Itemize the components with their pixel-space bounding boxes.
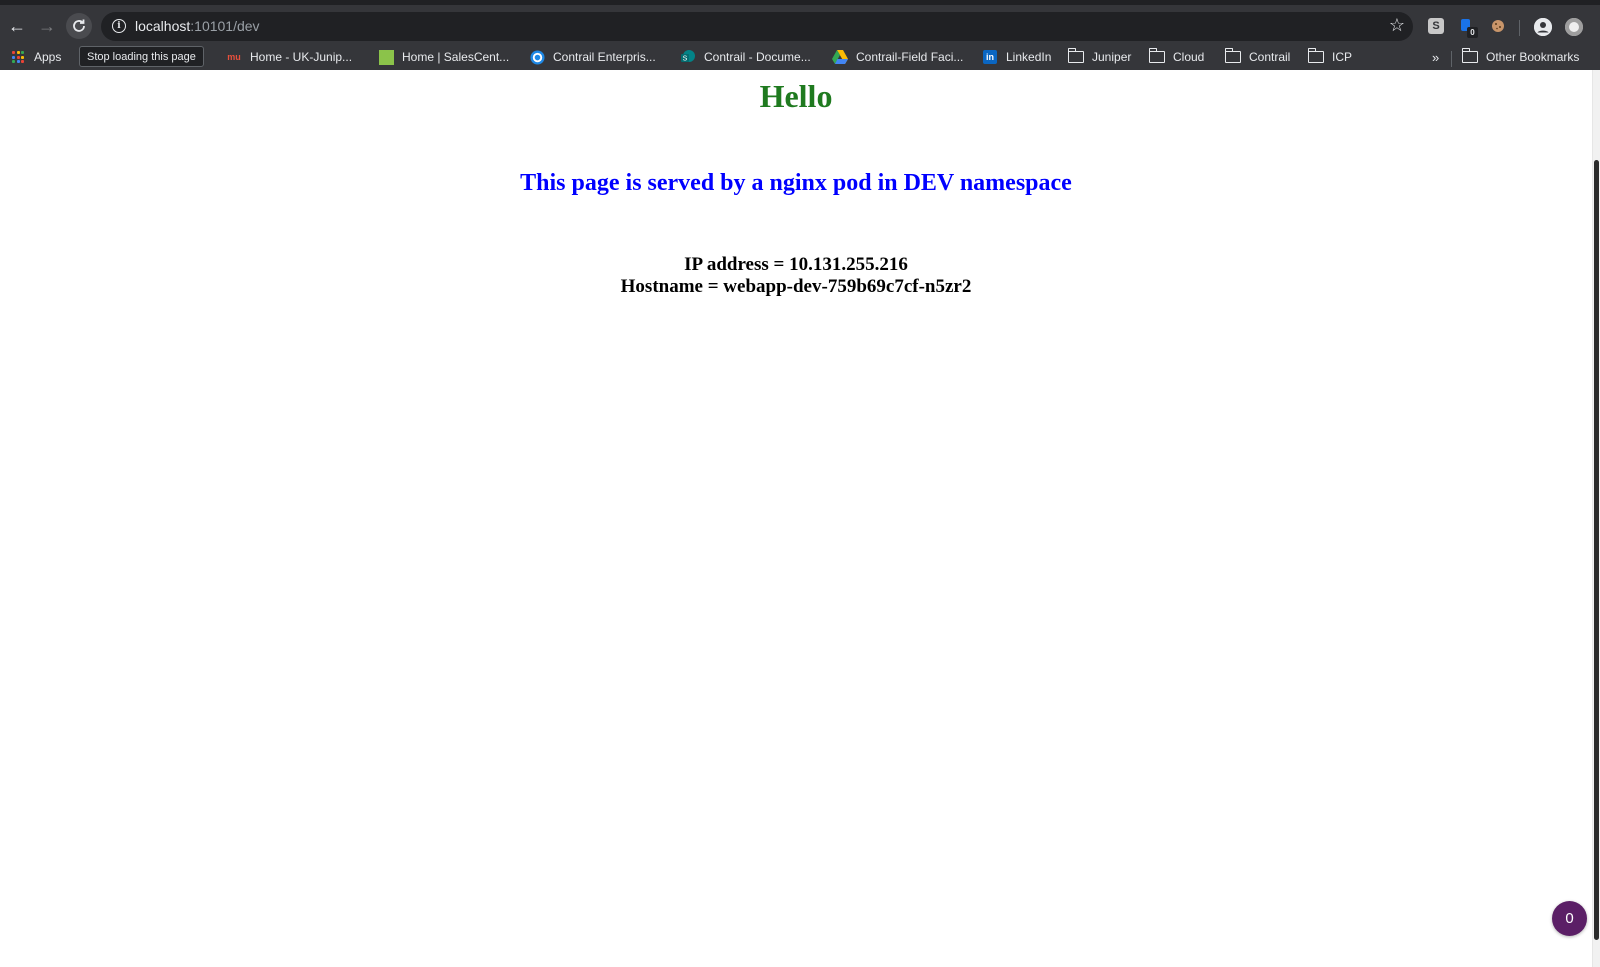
bookmark-folder-contrail[interactable]: Contrail	[1224, 47, 1291, 67]
salescentral-icon	[378, 49, 394, 65]
bookmark-contrail-field[interactable]: Contrail-Field Faci...	[832, 47, 963, 67]
back-button[interactable]: ←	[4, 13, 30, 39]
site-info-icon[interactable]: i	[112, 19, 126, 33]
apps-grid-icon	[10, 49, 26, 65]
bookmark-label: Contrail	[1249, 50, 1291, 64]
bookmarks-bar: Apps mu Home - UK-Junip... Home | SalesC…	[0, 43, 1600, 71]
forward-button[interactable]: →	[34, 13, 60, 39]
bookmark-salescentral[interactable]: Home | SalesCent...	[378, 47, 509, 67]
arrow-left-icon: ←	[8, 15, 26, 36]
bookmark-label: Contrail - Docume...	[704, 50, 811, 64]
bookmark-label: Apps	[34, 50, 62, 64]
bookmark-contrail-documents[interactable]: S Contrail - Docume...	[680, 47, 811, 67]
folder-icon	[1148, 48, 1165, 65]
bookmark-label: Contrail-Field Faci...	[856, 50, 964, 64]
folder-icon	[1461, 48, 1478, 65]
bookmark-other-bookmarks[interactable]: Other Bookmarks	[1461, 47, 1580, 67]
bookmarks-separator	[1451, 51, 1452, 67]
bookmark-folder-juniper[interactable]: Juniper	[1067, 47, 1132, 67]
account-menu-avatar[interactable]	[1565, 18, 1583, 36]
reload-button[interactable]	[66, 13, 92, 39]
bookmark-star-icon[interactable]: ☆	[1389, 15, 1405, 36]
google-drive-icon	[832, 49, 848, 65]
page-heading: Hello	[759, 78, 833, 114]
bookmark-folder-cloud[interactable]: Cloud	[1148, 47, 1205, 67]
bookmark-linkedin[interactable]: in LinkedIn	[982, 47, 1051, 67]
browser-toolbar: ← → i localhost:10101/dev ☆ S 0	[0, 10, 1600, 42]
bookmark-label: Home - UK-Junip...	[250, 50, 353, 64]
page-scrollbar[interactable]	[1592, 70, 1600, 967]
person-icon	[1534, 18, 1552, 36]
extension-cookie-icon[interactable]	[1490, 18, 1506, 34]
bookmark-label: LinkedIn	[1006, 50, 1052, 64]
extension-badge-count: 0	[1467, 27, 1478, 38]
notification-widget-button[interactable]: 0	[1552, 901, 1587, 936]
chevron-double-right-icon: »	[1432, 49, 1440, 65]
bookmark-label: Contrail Enterpris...	[553, 50, 656, 64]
profile-avatar[interactable]	[1534, 18, 1552, 36]
bookmark-label: ICP	[1332, 50, 1353, 64]
bookmark-folder-icp[interactable]: ICP	[1307, 47, 1353, 67]
bookmark-label: Other Bookmarks	[1486, 50, 1580, 64]
bookmark-label: Juniper	[1092, 50, 1132, 64]
folder-icon	[1067, 48, 1084, 65]
bookmark-label: Home | SalesCent...	[402, 50, 510, 64]
folder-icon	[1224, 48, 1241, 65]
bookmark-label: Cloud	[1173, 50, 1205, 64]
reload-tooltip: Stop loading this page	[79, 46, 204, 67]
page-content: Hello This page is served by a nginx pod…	[0, 70, 1592, 967]
hostname-line: Hostname = webapp-dev-759b69c7cf-n5zr2	[620, 276, 972, 297]
pod-info: IP address = 10.131.255.216 Hostname = w…	[0, 254, 1592, 298]
url-text[interactable]: localhost:10101/dev	[135, 18, 260, 34]
mu-icon: mu	[227, 52, 241, 62]
page-subheading: This page is served by a nginx pod in DE…	[520, 170, 1072, 196]
ip-address-line: IP address = 10.131.255.216	[684, 254, 908, 275]
reload-icon	[73, 19, 85, 32]
contrail-icon	[529, 49, 545, 65]
browser-chrome: ← → i localhost:10101/dev ☆ S 0 Apps mu …	[0, 0, 1600, 70]
arrow-right-icon: →	[38, 15, 56, 36]
linkedin-icon: in	[982, 49, 998, 65]
toolbar-separator	[1519, 20, 1520, 36]
bookmark-contrail-enterprise[interactable]: Contrail Enterpris...	[529, 47, 656, 67]
bookmark-home-uk-juniper[interactable]: mu Home - UK-Junip...	[226, 47, 352, 67]
folder-icon	[1307, 48, 1324, 65]
bookmark-apps[interactable]: Apps	[10, 47, 61, 67]
url-host: localhost	[135, 18, 191, 34]
address-bar[interactable]: i localhost:10101/dev ☆	[101, 12, 1413, 41]
sharepoint-icon: S	[680, 49, 696, 65]
extension-badge-icon[interactable]: 0	[1458, 18, 1478, 38]
url-path: :10101/dev	[190, 18, 260, 34]
svg-text:S: S	[683, 56, 688, 63]
circle-icon	[1565, 18, 1583, 36]
bookmarks-overflow-button[interactable]: »	[1432, 47, 1439, 67]
extension-s-icon[interactable]: S	[1428, 18, 1444, 34]
